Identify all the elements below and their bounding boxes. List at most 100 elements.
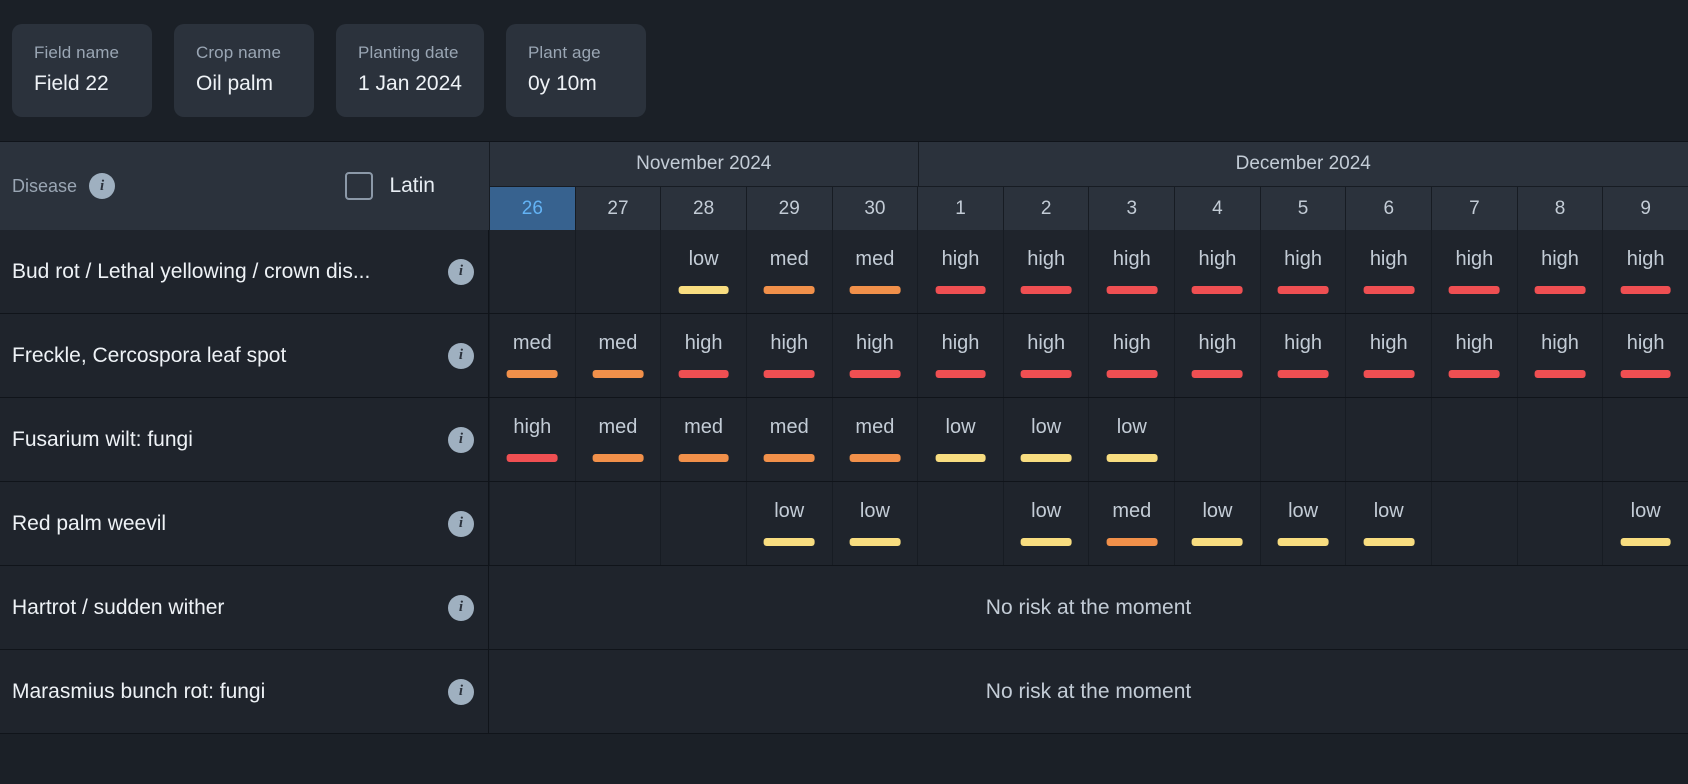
day-column-header[interactable]: 6: [1345, 186, 1432, 230]
day-column-header[interactable]: 3: [1088, 186, 1175, 230]
risk-level-bar: [1277, 286, 1329, 294]
risk-cell[interactable]: [574, 230, 661, 313]
day-column-header[interactable]: 29: [745, 186, 832, 230]
risk-cell[interactable]: med: [745, 398, 832, 481]
day-column-header[interactable]: 27: [574, 186, 661, 230]
risk-cell[interactable]: med: [1088, 482, 1175, 565]
day-column-header[interactable]: 2: [1002, 186, 1089, 230]
risk-cell[interactable]: [1259, 398, 1346, 481]
day-column-header[interactable]: 7: [1431, 186, 1517, 230]
risk-cell[interactable]: med: [831, 230, 918, 313]
info-icon[interactable]: i: [448, 594, 474, 621]
risk-cell[interactable]: high: [1259, 314, 1346, 397]
day-column-header[interactable]: 30: [831, 186, 918, 230]
risk-cell[interactable]: low: [660, 230, 746, 313]
no-risk-message: No risk at the moment: [489, 650, 1688, 733]
risk-cell[interactable]: high: [917, 230, 1003, 313]
risk-cell[interactable]: low: [1002, 398, 1089, 481]
risk-cell[interactable]: low: [1088, 398, 1175, 481]
risk-cell[interactable]: high: [1345, 314, 1432, 397]
risk-level-label: high: [1027, 247, 1066, 270]
risk-cell[interactable]: [660, 482, 746, 565]
risk-cell[interactable]: [1431, 482, 1517, 565]
risk-level-bar: [1106, 370, 1158, 378]
risk-cell[interactable]: med: [574, 398, 661, 481]
disease-name-cell: Freckle, Cercospora leaf spot i: [0, 314, 489, 397]
day-column-header[interactable]: 26: [489, 186, 575, 230]
risk-level-bar: [678, 454, 729, 462]
risk-cell[interactable]: high: [1431, 314, 1517, 397]
risk-cell[interactable]: high: [1174, 314, 1260, 397]
risk-cell[interactable]: low: [745, 482, 832, 565]
risk-cell[interactable]: high: [1088, 230, 1175, 313]
risk-cell[interactable]: low: [1602, 482, 1688, 565]
table-row: Freckle, Cercospora leaf spot i med med high…: [0, 314, 1688, 398]
risk-level-bar: [1192, 538, 1243, 546]
risk-cell[interactable]: med: [489, 314, 575, 397]
info-icon[interactable]: i: [448, 258, 474, 285]
risk-cell[interactable]: low: [1259, 482, 1346, 565]
risk-cell[interactable]: low: [831, 482, 918, 565]
risk-cell[interactable]: low: [1174, 482, 1260, 565]
risk-cell[interactable]: [574, 482, 661, 565]
risk-level-label: med: [512, 331, 552, 354]
risk-level-bar: [1020, 370, 1072, 378]
risk-cell[interactable]: med: [574, 314, 661, 397]
risk-cell[interactable]: high: [1259, 230, 1346, 313]
risk-cell[interactable]: [1174, 398, 1260, 481]
risk-level-label: low: [945, 415, 976, 438]
disease-name-label: Red palm weevil: [12, 511, 167, 535]
risk-cell[interactable]: high: [1602, 314, 1688, 397]
risk-cell[interactable]: high: [1174, 230, 1260, 313]
risk-cell[interactable]: [1431, 398, 1517, 481]
risk-cell[interactable]: [489, 230, 575, 313]
info-icon[interactable]: i: [89, 173, 116, 199]
risk-cells: high med med med med low low low: [489, 398, 1688, 481]
risk-cell[interactable]: high: [489, 398, 575, 481]
risk-cell[interactable]: high: [831, 314, 918, 397]
risk-cell[interactable]: high: [1002, 314, 1089, 397]
risk-cell[interactable]: [1516, 398, 1603, 481]
info-icon[interactable]: i: [448, 342, 474, 369]
info-icon[interactable]: i: [448, 426, 474, 453]
info-icon[interactable]: i: [448, 510, 474, 537]
risk-cell[interactable]: high: [660, 314, 746, 397]
risk-cell[interactable]: [1516, 482, 1603, 565]
risk-cell[interactable]: [917, 482, 1003, 565]
risk-cell[interactable]: high: [1516, 230, 1603, 313]
risk-level-bar: [763, 538, 815, 546]
info-icon[interactable]: i: [448, 678, 474, 705]
risk-cell[interactable]: high: [1516, 314, 1603, 397]
risk-cell[interactable]: med: [745, 230, 832, 313]
latin-checkbox[interactable]: [345, 172, 374, 200]
risk-cell[interactable]: high: [745, 314, 832, 397]
risk-level-label: low: [859, 499, 890, 522]
day-column-header[interactable]: 8: [1516, 186, 1603, 230]
risk-cell[interactable]: [1345, 398, 1432, 481]
risk-cell[interactable]: high: [1002, 230, 1089, 313]
risk-cell[interactable]: med: [660, 398, 746, 481]
risk-level-label: low: [1031, 415, 1062, 438]
risk-cell[interactable]: high: [1345, 230, 1432, 313]
risk-level-label: high: [1541, 247, 1579, 270]
risk-cell[interactable]: low: [917, 398, 1003, 481]
risk-cell[interactable]: high: [1431, 230, 1517, 313]
risk-cell[interactable]: high: [1088, 314, 1175, 397]
risk-cell[interactable]: high: [917, 314, 1003, 397]
table-body: Bud rot / Lethal yellowing / crown dis..…: [0, 230, 1688, 784]
risk-cell[interactable]: [489, 482, 575, 565]
risk-cell[interactable]: med: [831, 398, 918, 481]
risk-cell[interactable]: high: [1602, 230, 1688, 313]
latin-toggle[interactable]: Latin: [345, 172, 475, 200]
risk-level-label: high: [1455, 331, 1494, 354]
day-column-header[interactable]: 28: [660, 186, 746, 230]
day-column-header[interactable]: 9: [1602, 186, 1688, 230]
risk-level-bar: [849, 370, 901, 378]
risk-cell[interactable]: low: [1002, 482, 1089, 565]
risk-cell[interactable]: [1602, 398, 1688, 481]
day-column-header[interactable]: 4: [1174, 186, 1260, 230]
month-row: November 2024 December 2024: [489, 142, 1688, 186]
day-column-header[interactable]: 1: [917, 186, 1003, 230]
day-column-header[interactable]: 5: [1259, 186, 1346, 230]
risk-cell[interactable]: low: [1345, 482, 1432, 565]
